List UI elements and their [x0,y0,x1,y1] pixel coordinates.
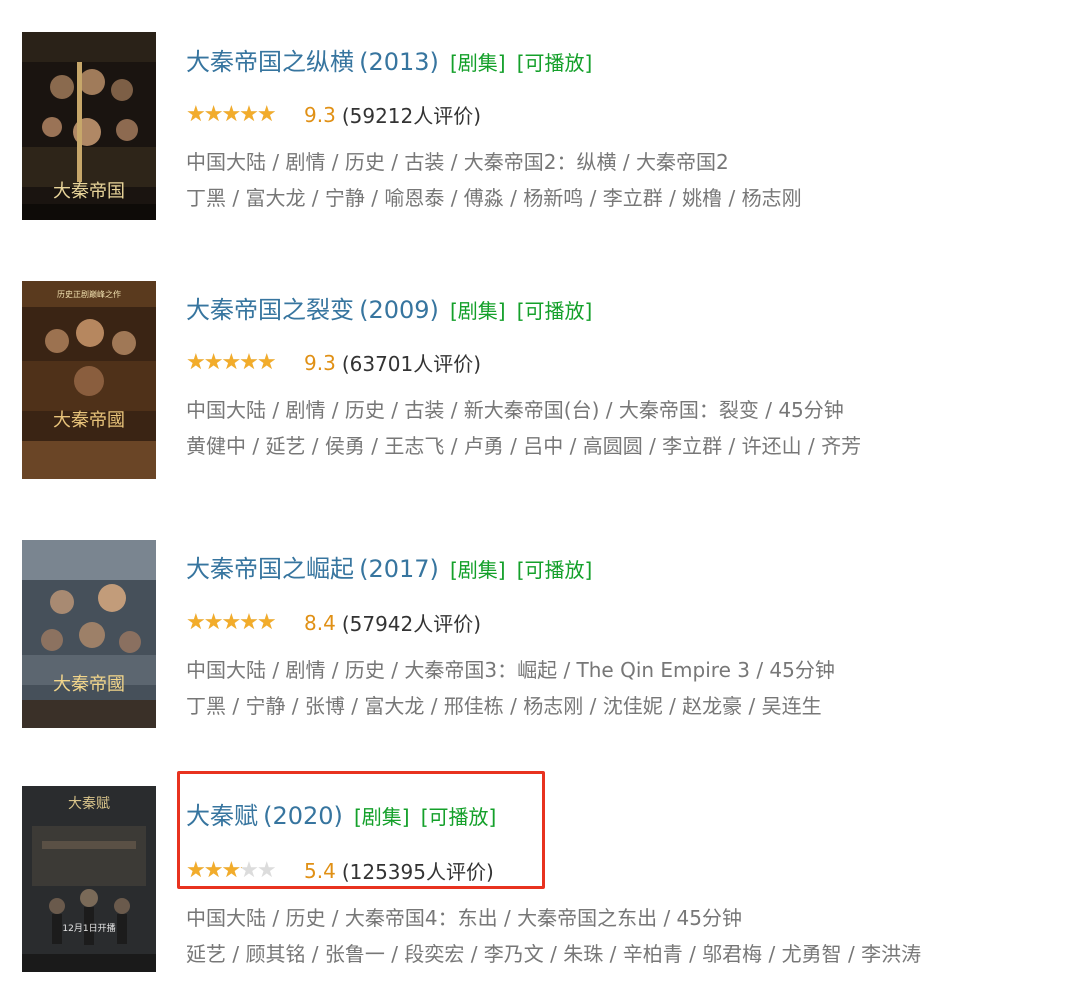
poster-image[interactable]: 大秦帝国 [22,32,156,220]
tag-series[interactable]: [剧集] [450,558,506,582]
poster-image[interactable]: 大秦帝國 [22,540,156,728]
cast-list: 丁黑 / 宁静 / 张博 / 富大龙 / 邢佳栋 / 杨志刚 / 沈佳妮 / 赵… [186,694,822,718]
year-label[interactable]: (2013) [359,48,439,76]
highlight-box [177,771,545,889]
svg-text:大秦帝国: 大秦帝国 [53,181,125,202]
meta-info: 中国大陆 / 剧情 / 历史 / 古装 / 新大秦帝国(台) / 大秦帝国：裂变… [186,398,844,422]
title-link[interactable]: 大秦帝国之崛起 [186,555,354,583]
cast-list: 延艺 / 顾其铭 / 张鲁一 / 段奕宏 / 李乃文 / 朱珠 / 辛柏青 / … [186,942,922,966]
svg-text:历史正剧巅峰之作: 历史正剧巅峰之作 [57,289,121,299]
stars-filled: ★★★★★ [186,103,277,126]
rating-line: ★★★★★ ★★★★★ 8.4 (57942人评价) [186,608,481,637]
svg-text:12月1日开播: 12月1日开播 [62,922,115,934]
score: 9.3 [304,102,336,127]
rating-count: (59212人评价) [341,104,482,128]
tag-series[interactable]: [剧集] [450,51,506,75]
star-rating-icon: ★★★★★ ★★★★★ [186,104,298,126]
poster-image[interactable]: 历史正剧巅峰之作 大秦帝國 [22,281,156,479]
rating-line: ★★★★★ ★★★★★ 9.3 (59212人评价) [186,100,481,129]
meta-info: 中国大陆 / 历史 / 大秦帝国4：东出 / 大秦帝国之东出 / 45分钟 [186,906,742,930]
svg-text:大秦赋: 大秦赋 [68,796,110,812]
tag-playable[interactable]: [可播放] [517,299,593,323]
svg-text:大秦帝國: 大秦帝國 [53,674,125,695]
star-rating-icon: ★★★★★ ★★★★★ [186,612,298,634]
stars-filled: ★★★★★ [186,351,277,374]
score: 8.4 [304,610,336,635]
score: 9.3 [304,350,336,375]
title-line: 大秦帝国之纵横 (2013) [剧集] [可播放] [186,42,592,77]
title-line: 大秦帝国之崛起 (2017) [剧集] [可播放] [186,549,592,584]
year-label[interactable]: (2017) [359,555,439,583]
svg-text:大秦帝國: 大秦帝國 [53,410,125,431]
poster-image[interactable]: 大秦赋 12月1日开播 [22,786,156,972]
rating-line: ★★★★★ ★★★★★ 9.3 (63701人评价) [186,348,481,377]
title-link[interactable]: 大秦帝国之裂变 [186,296,354,324]
cast-list: 丁黑 / 富大龙 / 宁静 / 喻恩泰 / 傅淼 / 杨新鸣 / 李立群 / 姚… [186,186,802,210]
tag-playable[interactable]: [可播放] [517,558,593,582]
meta-info: 中国大陆 / 剧情 / 历史 / 大秦帝国3：崛起 / The Qin Empi… [186,658,835,682]
tag-playable[interactable]: [可播放] [517,51,593,75]
title-line: 大秦帝国之裂变 (2009) [剧集] [可播放] [186,290,592,325]
tag-series[interactable]: [剧集] [450,299,506,323]
cast-list: 黄健中 / 延艺 / 侯勇 / 王志飞 / 卢勇 / 吕中 / 高圆圆 / 李立… [186,434,862,458]
rating-count: (63701人评价) [341,352,482,376]
stars-filled: ★★★★★ [186,611,276,634]
star-rating-icon: ★★★★★ ★★★★★ [186,352,298,374]
title-link[interactable]: 大秦帝国之纵横 [186,48,354,76]
year-label[interactable]: (2009) [359,296,439,324]
meta-info: 中国大陆 / 剧情 / 历史 / 古装 / 大秦帝国2：纵横 / 大秦帝国2 [186,150,729,174]
rating-count: (57942人评价) [341,612,482,636]
